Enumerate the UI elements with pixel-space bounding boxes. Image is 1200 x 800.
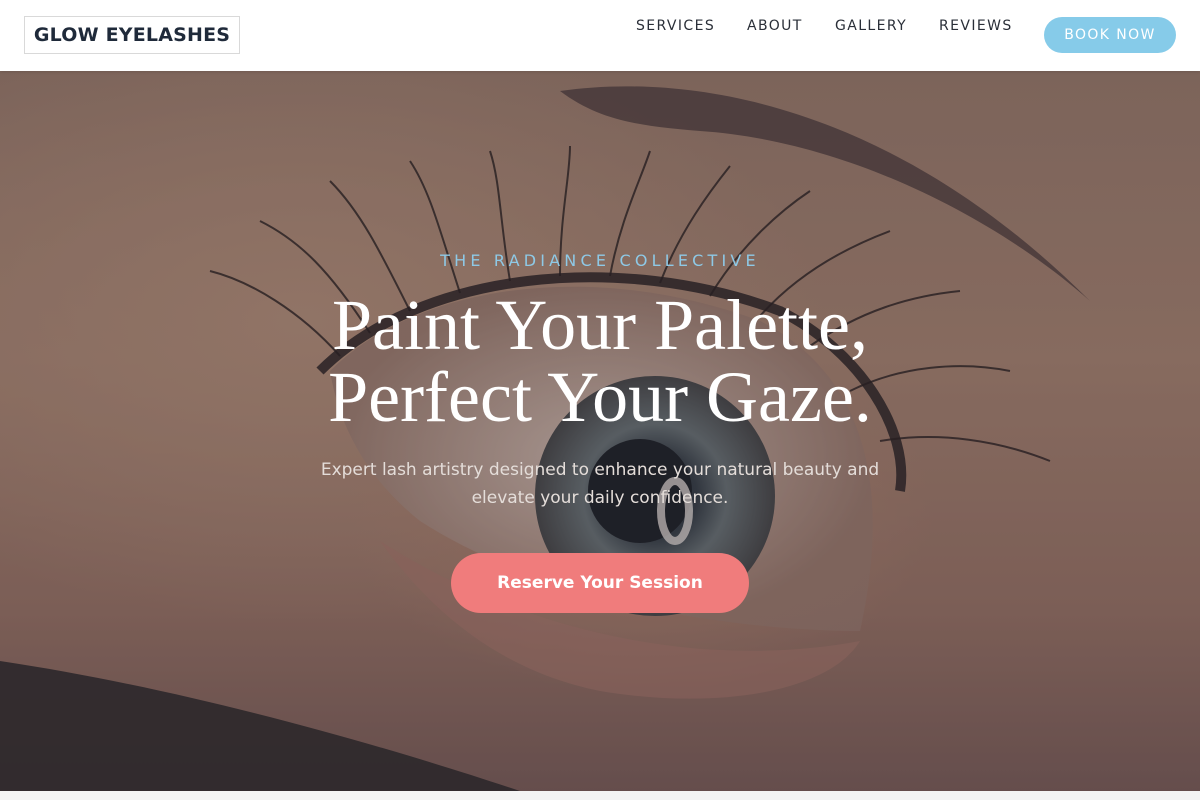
headline-line-1: Paint Your Palette, <box>331 285 869 365</box>
hero-headline: Paint Your Palette, Perfect Your Gaze. <box>0 289 1200 433</box>
reserve-session-button[interactable]: Reserve Your Session <box>451 553 749 613</box>
hero-section: THE RADIANCE COLLECTIVE Paint Your Palet… <box>0 71 1200 791</box>
site-header: GLOW EYELASHES SERVICES ABOUT GALLERY RE… <box>0 0 1200 71</box>
nav-link-services[interactable]: SERVICES <box>636 18 715 34</box>
main-nav: SERVICES ABOUT GALLERY REVIEWS <box>0 18 1200 38</box>
page-bottom-strip <box>0 791 1200 800</box>
hero-subtext: Expert lash artistry designed to enhance… <box>320 460 880 508</box>
headline-line-2: Perfect Your Gaze. <box>328 357 872 437</box>
nav-link-reviews[interactable]: REVIEWS <box>939 18 1013 34</box>
hero-eyebrow: THE RADIANCE COLLECTIVE <box>440 251 760 270</box>
nav-link-gallery[interactable]: GALLERY <box>835 18 907 34</box>
nav-link-about[interactable]: ABOUT <box>747 18 803 34</box>
book-now-button[interactable]: BOOK NOW <box>1044 17 1176 53</box>
